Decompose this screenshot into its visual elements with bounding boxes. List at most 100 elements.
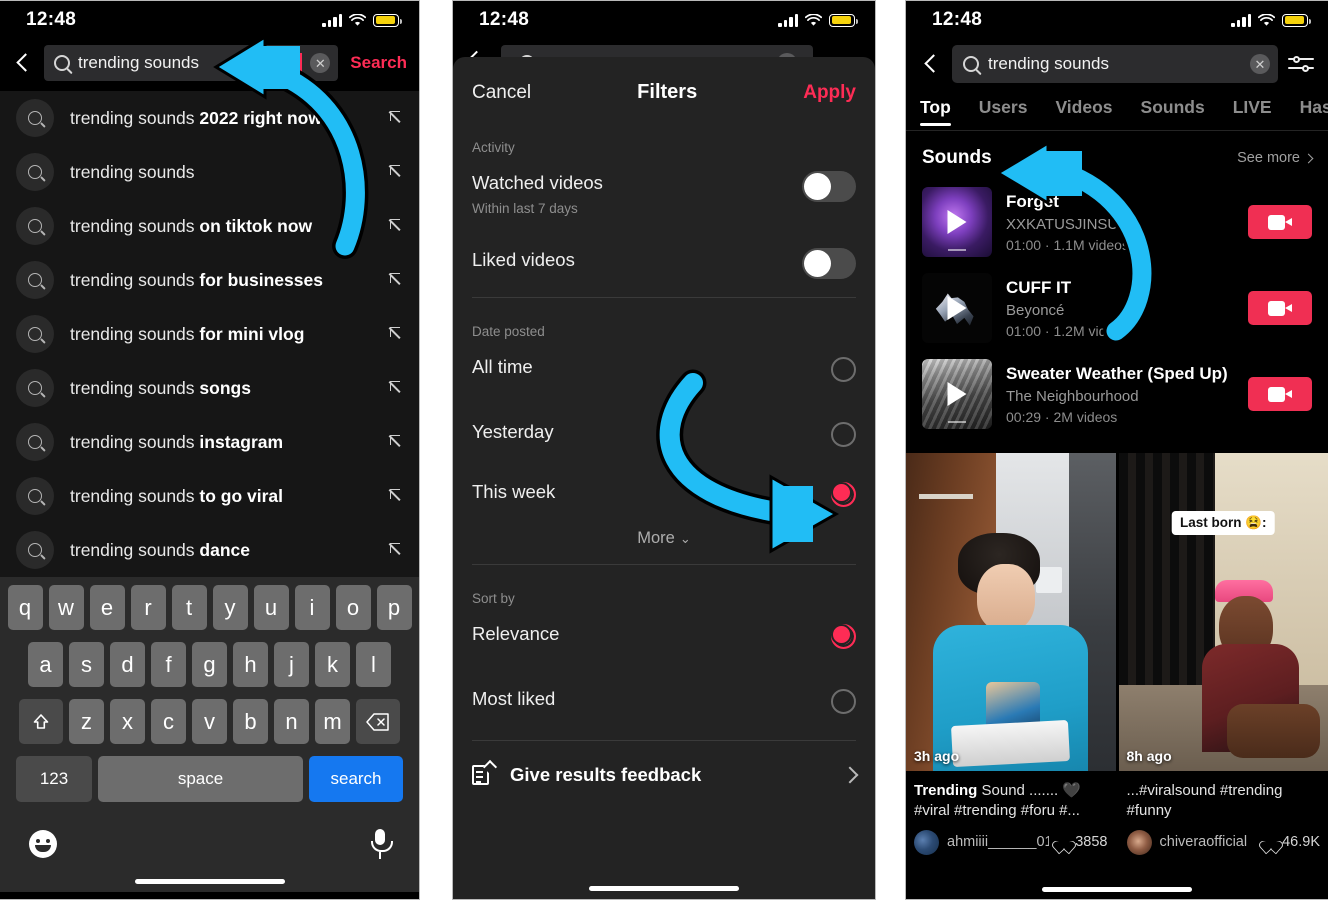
key-a[interactable]: a (28, 642, 63, 687)
cancel-button[interactable]: Cancel (472, 82, 531, 104)
key-v[interactable]: v (192, 699, 227, 744)
clear-icon[interactable]: ✕ (310, 53, 331, 73)
microphone-icon[interactable] (370, 829, 393, 859)
key-space[interactable]: space (98, 756, 303, 802)
suggestion-item[interactable]: trending sounds for businesses (0, 253, 419, 307)
key-search[interactable]: search (309, 756, 403, 802)
sound-list-item[interactable]: CUFF IT Beyoncé 01:00 · 1.2M videos (906, 267, 1328, 353)
tab-hashtags[interactable]: Hashtag (1286, 93, 1328, 130)
apply-button[interactable]: Apply (803, 82, 856, 104)
sound-thumbnail (922, 359, 992, 429)
filter-row-relevance[interactable]: Relevance (453, 612, 875, 654)
key-r[interactable]: r (130, 585, 166, 630)
clear-icon[interactable]: ✕ (1250, 54, 1270, 74)
tab-top[interactable]: Top (920, 93, 965, 130)
fill-arrow-icon[interactable] (389, 542, 405, 558)
key-m[interactable]: m (315, 699, 350, 744)
tab-sounds[interactable]: Sounds (1127, 93, 1219, 130)
key-y[interactable]: y (212, 585, 248, 630)
fill-arrow-icon[interactable] (389, 488, 405, 504)
tab-users[interactable]: Users (965, 93, 1042, 130)
fill-arrow-icon[interactable] (389, 434, 405, 450)
filter-row-all-time[interactable]: All time (453, 345, 875, 387)
key-x[interactable]: x (110, 699, 145, 744)
fill-arrow-icon[interactable] (389, 110, 405, 126)
username[interactable]: chiveraofficial (1160, 834, 1257, 850)
relevance-radio[interactable] (831, 624, 856, 650)
video-card[interactable]: 3h ago Trending Sound ....... 🖤 #viral #… (906, 453, 1116, 855)
suggestion-item[interactable]: trending sounds (0, 145, 419, 199)
video-card[interactable]: Last born 😫: 8h ago ...#viralsound #tren… (1118, 453, 1328, 855)
suggestion-item[interactable]: trending sounds songs (0, 361, 419, 415)
search-input[interactable]: trending sounds ✕ (952, 45, 1278, 83)
shift-icon[interactable] (19, 699, 63, 744)
key-n[interactable]: n (274, 699, 309, 744)
key-d[interactable]: d (110, 642, 145, 687)
use-sound-button[interactable] (1248, 205, 1312, 239)
search-input[interactable]: trending sounds ✕ (44, 45, 339, 81)
search-button[interactable]: Search (348, 53, 407, 73)
use-sound-button[interactable] (1248, 377, 1312, 411)
suggestion-item[interactable]: trending sounds instagram (0, 415, 419, 469)
suggestion-item[interactable]: trending sounds dance (0, 523, 419, 577)
filter-sliders-icon[interactable] (1288, 55, 1314, 73)
suggestion-item[interactable]: trending sounds for mini vlog (0, 307, 419, 361)
emoji-icon[interactable] (29, 830, 57, 858)
suggestion-item[interactable]: trending sounds 2022 right now (0, 91, 419, 145)
use-sound-button[interactable] (1248, 291, 1312, 325)
username[interactable]: ahmiiii______01 (947, 834, 1049, 850)
key-z[interactable]: z (69, 699, 104, 744)
key-j[interactable]: j (274, 642, 309, 687)
avatar[interactable] (914, 829, 939, 855)
key-b[interactable]: b (233, 699, 268, 744)
key-t[interactable]: t (171, 585, 207, 630)
filter-row-most-liked[interactable]: Most liked (453, 654, 875, 715)
filter-row-liked-videos[interactable]: Liked videos (453, 216, 875, 280)
key-w[interactable]: w (48, 585, 84, 630)
yesterday-radio[interactable] (831, 422, 856, 448)
key-numbers[interactable]: 123 (16, 756, 92, 802)
key-i[interactable]: i (294, 585, 330, 630)
fill-arrow-icon[interactable] (389, 380, 405, 396)
key-u[interactable]: u (253, 585, 289, 630)
key-g[interactable]: g (192, 642, 227, 687)
key-h[interactable]: h (233, 642, 268, 687)
watched-videos-toggle[interactable] (802, 171, 856, 202)
filter-row-yesterday[interactable]: Yesterday (453, 387, 875, 448)
sound-list-item[interactable]: Sweater Weather (Sped Up) The Neighbourh… (906, 353, 1328, 439)
suggestion-item[interactable]: trending sounds to go viral (0, 469, 419, 523)
fill-arrow-icon[interactable] (389, 218, 405, 234)
give-results-feedback-row[interactable]: Give results feedback (453, 741, 875, 787)
back-button[interactable] (12, 52, 34, 74)
backspace-icon[interactable] (356, 699, 400, 744)
video-camera-icon (1268, 214, 1292, 230)
key-k[interactable]: k (315, 642, 350, 687)
sound-list-item[interactable]: Forget XXKATUSJINSUX 01:00 · 1.1M videos (906, 181, 1328, 267)
tab-live[interactable]: LIVE (1219, 93, 1286, 130)
liked-videos-toggle[interactable] (802, 248, 856, 280)
see-more-button[interactable]: See more (1237, 150, 1314, 166)
fill-arrow-icon[interactable] (389, 272, 405, 288)
filter-row-this-week[interactable]: This week (453, 447, 875, 508)
more-button[interactable]: More ⌄ (453, 507, 875, 548)
this-week-radio[interactable] (831, 482, 856, 508)
tab-videos[interactable]: Videos (1041, 93, 1126, 130)
key-p[interactable]: p (376, 585, 412, 630)
key-e[interactable]: e (89, 585, 125, 630)
key-o[interactable]: o (335, 585, 371, 630)
suggestion-item[interactable]: trending sounds on tiktok now (0, 199, 419, 253)
key-l[interactable]: l (356, 642, 391, 687)
all-time-radio[interactable] (831, 357, 856, 383)
video-thumbnail[interactable]: Last born 😫: 8h ago (1118, 453, 1328, 771)
avatar[interactable] (1126, 829, 1152, 855)
key-q[interactable]: q (7, 585, 43, 630)
key-c[interactable]: c (151, 699, 186, 744)
most-liked-radio[interactable] (831, 689, 856, 715)
key-f[interactable]: f (151, 642, 186, 687)
fill-arrow-icon[interactable] (389, 326, 405, 342)
fill-arrow-icon[interactable] (389, 164, 405, 180)
key-s[interactable]: s (69, 642, 104, 687)
video-thumbnail[interactable]: 3h ago (906, 453, 1116, 771)
back-button[interactable] (920, 53, 942, 75)
filter-row-watched-videos[interactable]: Watched videos Within last 7 days (453, 161, 875, 216)
